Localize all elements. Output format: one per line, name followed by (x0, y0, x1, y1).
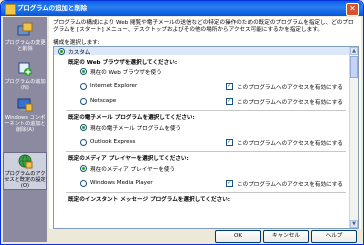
windows-components-icon (17, 98, 33, 112)
vertical-scrollbar[interactable]: ▲ ▼ (349, 47, 358, 228)
wmp-enable-access-checkbox[interactable] (226, 179, 233, 187)
section-divider (66, 110, 346, 111)
netscape-enable-access-label: このプログラムへのアクセスを有効にする (237, 100, 343, 106)
description-text: プログラムの構成により Web 閲覧や電子メールの送信などの特定の操作のための既… (53, 20, 354, 33)
sidebar-item-label: Windows コンポーネントの追加と削除(A) (4, 115, 46, 133)
help-button[interactable]: ヘルプ (311, 230, 357, 243)
ie-enable-access-checkbox[interactable] (226, 82, 233, 90)
sidebar-item-program-access[interactable]: プログラムのアクセスと既定の設定(O) (3, 152, 47, 190)
browser-netscape-radio[interactable] (80, 98, 87, 105)
ok-button[interactable]: OK (215, 230, 261, 243)
media-wmp-label: Windows Media Player (90, 180, 153, 186)
program-access-icon (18, 154, 33, 169)
config-label: 構成を選択します: (53, 40, 100, 46)
sidebar-item-label: プログラムの追加(N) (4, 79, 46, 91)
change-remove-programs-icon (17, 22, 33, 36)
email-current-label: 現在の電子メール プログラムを使う (90, 126, 182, 132)
netscape-enable-access-checkbox[interactable] (226, 97, 233, 105)
window-icon (5, 4, 16, 15)
email-outlook-radio[interactable] (80, 139, 87, 146)
browser-current-label: 現在の Web ブラウザを使う (90, 70, 162, 76)
custom-radio[interactable] (58, 48, 65, 55)
title-bar[interactable]: プログラムの追加と削除 ✕ (1, 1, 363, 16)
main-content: プログラムの構成により Web 閲覧や電子メールの送信などの特定の操作のための既… (49, 17, 361, 229)
scroll-down-icon[interactable]: ▼ (350, 220, 358, 228)
sidebar-item-label: プログラムの変更と削除 (4, 40, 46, 52)
add-remove-programs-window: プログラムの追加と削除 ✕ プログラムの変更と削除 プログラムの追加(N) Wi… (0, 0, 364, 245)
email-outlook-label: Outlook Express (90, 139, 136, 145)
sidebar: プログラムの変更と削除 プログラムの追加(N) Windows コンポーネントの… (3, 17, 47, 242)
section-divider (66, 151, 346, 152)
section-divider (66, 192, 346, 193)
wmp-enable-access-label: このプログラムへのアクセスを有効にする (237, 182, 343, 188)
email-current-radio[interactable] (80, 124, 87, 131)
close-button[interactable]: ✕ (346, 3, 359, 16)
media-wmp-radio[interactable] (80, 180, 87, 187)
media-current-radio[interactable] (80, 165, 87, 172)
browser-current-radio[interactable] (80, 68, 87, 75)
outlook-enable-access-checkbox[interactable] (226, 138, 233, 146)
configuration-list: カスタム 既定の Web ブラウザを選択してください: 現在の Web ブラウザ… (53, 46, 359, 229)
custom-config-row[interactable]: カスタム (54, 47, 349, 56)
outlook-enable-access-label: このプログラムへのアクセスを有効にする (237, 141, 343, 147)
sidebar-item-add-programs[interactable]: プログラムの追加(N) (3, 61, 47, 91)
sidebar-item-change-remove[interactable]: プログラムの変更と削除 (3, 22, 47, 52)
scroll-up-icon[interactable]: ▲ (350, 47, 358, 55)
ie-enable-access-label: このプログラムへのアクセスを有効にする (237, 85, 343, 91)
media-section-heading: 既定のメディア プレイヤーを選択してください: (68, 156, 189, 162)
custom-label: カスタム (68, 50, 91, 56)
browser-ie-label: Internet Explorer (90, 83, 138, 89)
browser-netscape-label: Netscape (90, 98, 117, 104)
scroll-thumb[interactable] (350, 56, 358, 78)
email-section-heading: 既定の電子メール プログラムを選択してください: (68, 115, 195, 121)
im-section-heading: 既定のインスタント メッセージ プログラムを選択してください: (68, 197, 231, 203)
browser-section-heading: 既定の Web ブラウザを選択してください: (68, 60, 178, 66)
sidebar-item-windows-components[interactable]: Windows コンポーネントの追加と削除(A) (3, 97, 47, 133)
cancel-button[interactable]: キャンセル (263, 230, 309, 243)
add-programs-icon (18, 62, 32, 76)
window-title: プログラムの追加と削除 (17, 4, 88, 12)
media-current-label: 現在のメディア プレイヤーを使う (90, 167, 176, 173)
browser-ie-radio[interactable] (80, 83, 87, 90)
sidebar-item-label: プログラムのアクセスと既定の設定(O) (4, 171, 46, 189)
